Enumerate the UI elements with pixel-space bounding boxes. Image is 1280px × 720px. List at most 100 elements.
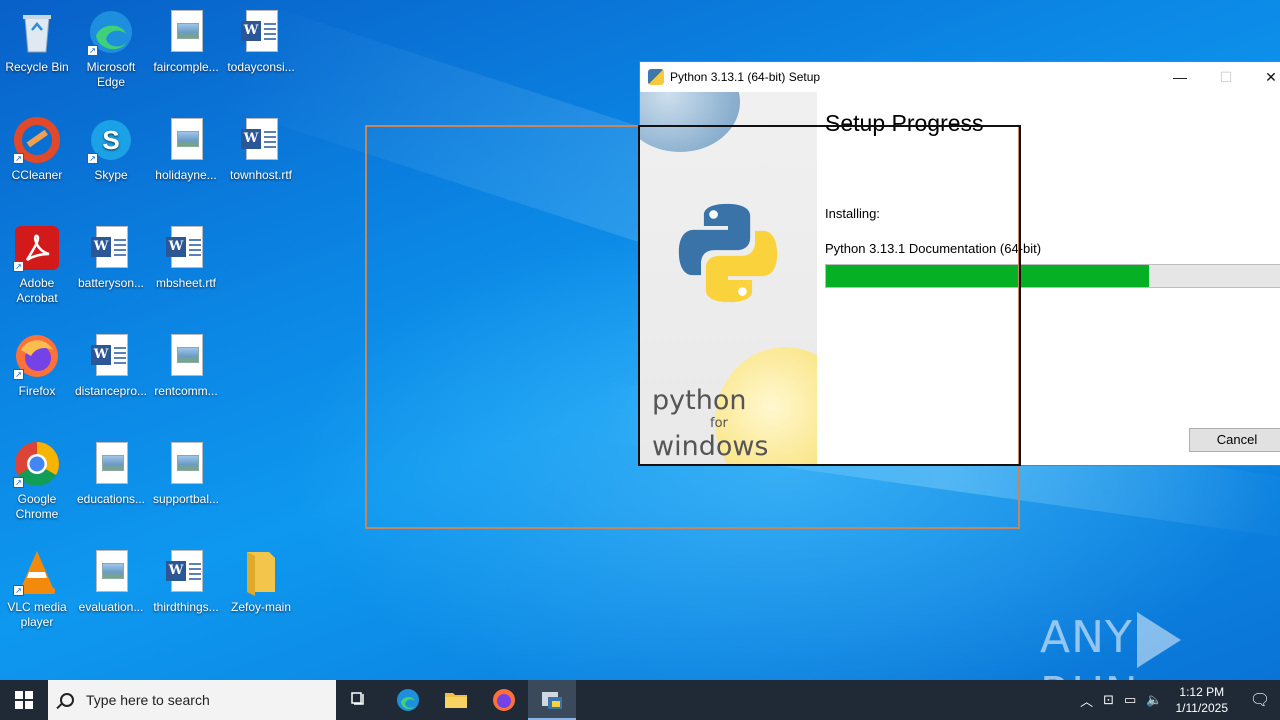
desktop-icon[interactable]: Wthirdthings...	[149, 548, 223, 615]
desktop-icon-label: CCleaner	[11, 168, 63, 182]
desktop-icon-label: Skype	[94, 168, 128, 182]
branding-line: windows	[652, 431, 769, 462]
folder-icon	[445, 693, 467, 708]
desktop-icon[interactable]: Wbatteryson...	[74, 224, 148, 291]
desktop-icon-label: evaluation...	[78, 600, 144, 614]
desktop-icon[interactable]: ↗ Firefox	[0, 332, 74, 399]
desktop-icon-label: faircomple...	[153, 60, 219, 74]
desktop-icon[interactable]: holidayne...	[149, 116, 223, 183]
windows-logo-icon	[15, 691, 33, 709]
close-button[interactable]: ✕	[1248, 62, 1280, 92]
watermark-text: ANY	[1040, 612, 1133, 663]
shortcut-arrow-icon: ↗	[13, 585, 24, 596]
progress-fill	[826, 265, 1149, 287]
word-doc-icon: W	[162, 224, 210, 272]
taskbar-edge[interactable]	[384, 680, 432, 720]
recycle-bin-icon	[13, 8, 61, 56]
start-button[interactable]	[0, 680, 48, 720]
desktop-icon[interactable]: educations...	[74, 440, 148, 507]
taskbar-search-box[interactable]: Type here to search	[48, 680, 336, 720]
taskbar-python-setup[interactable]	[528, 680, 576, 720]
branding-line: for	[710, 416, 728, 431]
edge-icon	[397, 689, 419, 711]
image-file-icon	[162, 116, 210, 164]
desktop-icon-label: Adobe Acrobat	[16, 276, 58, 305]
desktop-icon[interactable]: Wtownhost.rtf	[224, 116, 298, 183]
search-icon	[60, 693, 74, 707]
shortcut-arrow-icon: ↗	[13, 369, 24, 380]
window-title: Python 3.13.1 (64-bit) Setup	[670, 70, 821, 84]
clock-time: 1:12 PM	[1179, 685, 1225, 699]
desktop-icon[interactable]: Wdistancepro...	[74, 332, 148, 399]
desktop-icon[interactable]: Recycle Bin	[0, 8, 74, 75]
desktop-icon-label: Google Chrome	[15, 492, 59, 521]
skype-icon: S ↗	[87, 116, 135, 164]
decorative-blue-blob	[640, 92, 740, 152]
word-doc-icon: W	[87, 224, 135, 272]
volume-icon[interactable]: 🔈	[1146, 692, 1162, 708]
desktop-icon[interactable]: S ↗ Skype	[74, 116, 148, 183]
desktop-icon-label: mbsheet.rtf	[155, 276, 217, 290]
desktop-icon[interactable]: evaluation...	[74, 548, 148, 615]
clock-date: 1/11/2025	[1175, 701, 1229, 715]
installing-label: Installing:	[825, 206, 880, 221]
desktop-icon-label: Zefoy-main	[230, 600, 292, 614]
image-file-icon	[87, 548, 135, 596]
desktop-icon[interactable]: ↗ Adobe Acrobat	[0, 224, 74, 306]
shortcut-arrow-icon: ↗	[87, 153, 98, 164]
branding-line: python	[652, 385, 747, 416]
desktop-icon[interactable]: faircomple...	[149, 8, 223, 75]
chevron-up-icon[interactable]: ︿	[1080, 691, 1093, 710]
taskbar-file-explorer[interactable]	[432, 680, 480, 720]
desktop-icon[interactable]: Wmbsheet.rtf	[149, 224, 223, 291]
word-doc-icon: W	[237, 116, 285, 164]
word-doc-icon: W	[87, 332, 135, 380]
shortcut-arrow-icon: ↗	[13, 153, 24, 164]
desktop-icon-label: townhost.rtf	[229, 168, 293, 182]
desktop-icon[interactable]: supportbal...	[149, 440, 223, 507]
play-icon	[1136, 612, 1181, 668]
desktop-icon-label: rentcomm...	[154, 384, 218, 398]
desktop-icon[interactable]: ↗ Microsoft Edge	[74, 8, 148, 90]
desktop-icon-label: Recycle Bin	[5, 60, 69, 74]
shortcut-arrow-icon: ↗	[87, 45, 98, 56]
minimize-button[interactable]: —	[1157, 62, 1203, 92]
acrobat-icon: ↗	[13, 224, 61, 272]
shortcut-arrow-icon: ↗	[13, 477, 24, 488]
desktop-icon[interactable]: rentcomm...	[149, 332, 223, 399]
search-placeholder: Type here to search	[86, 692, 210, 708]
python-setup-icon	[542, 692, 562, 709]
desktop-icon[interactable]: Wtodayconsi...	[224, 8, 298, 75]
desktop-icon-label: Microsoft Edge	[86, 60, 136, 89]
maximize-button: ☐	[1219, 69, 1233, 85]
desktop-icon[interactable]: ↗ Google Chrome	[0, 440, 74, 522]
network-icon[interactable]: ⊡	[1103, 692, 1114, 708]
desktop-icon-label: educations...	[76, 492, 146, 506]
desktop-icon[interactable]: ↗ VLC media player	[0, 548, 74, 630]
cancel-button[interactable]: Cancel	[1189, 428, 1280, 452]
desktop-icon-label: VLC media player	[7, 600, 67, 629]
notification-icon[interactable]: 🗨	[1240, 690, 1280, 710]
desktop-icon-label: distancepro...	[74, 384, 148, 398]
python-setup-icon	[648, 69, 664, 85]
python-for-windows-wordmark: python for windows	[652, 386, 769, 462]
system-tray: ︿ ⊡ ▭ 🔈 1:12 PM 1/11/2025 🗨	[1075, 680, 1280, 720]
image-file-icon	[162, 440, 210, 488]
taskbar-firefox[interactable]	[480, 680, 528, 720]
desktop-icon[interactable]: Zefoy-main	[224, 548, 298, 615]
word-doc-icon: W	[162, 548, 210, 596]
desktop-icon[interactable]: ↗ CCleaner	[0, 116, 74, 183]
monitor-icon[interactable]: ▭	[1124, 692, 1136, 708]
task-view-button[interactable]	[336, 680, 384, 720]
firefox-icon	[493, 689, 515, 711]
python-branding-panel: python for windows	[640, 92, 817, 466]
image-file-icon	[87, 440, 135, 488]
clock[interactable]: 1:12 PM 1/11/2025	[1176, 684, 1229, 716]
taskbar: Type here to search ︿ ⊡ ▭ 🔈 1:12 PM 1/11…	[0, 680, 1280, 720]
current-item-label: Python 3.13.1 Documentation (64-bit)	[825, 241, 1042, 256]
desktop-icon-label: todayconsi...	[227, 60, 295, 74]
vlc-icon: ↗	[13, 548, 61, 596]
image-file-icon	[162, 8, 210, 56]
svg-text:S: S	[102, 125, 119, 155]
ccleaner-icon: ↗	[13, 116, 61, 164]
